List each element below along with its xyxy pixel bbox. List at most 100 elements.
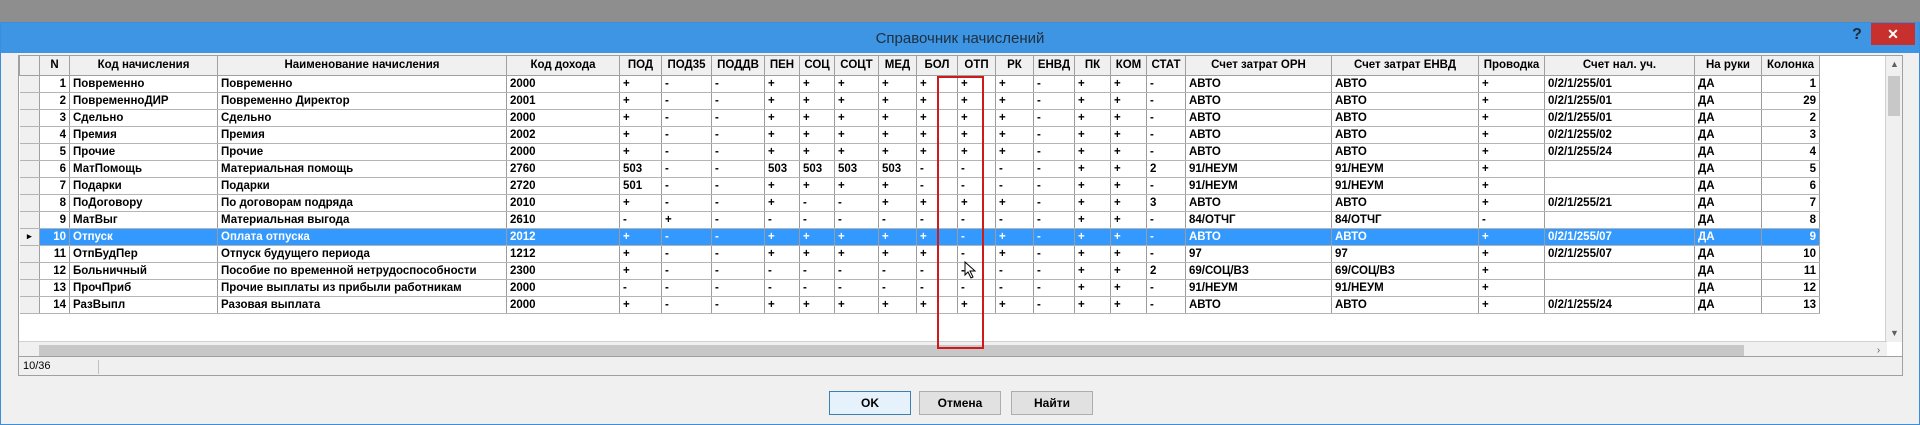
table-cell[interactable]: +	[619, 194, 662, 212]
table-cell[interactable]: МатВыг	[69, 211, 218, 229]
table-cell[interactable]: Премия	[69, 126, 218, 144]
table-cell[interactable]: -	[711, 296, 765, 314]
table-cell[interactable]: +	[764, 194, 800, 212]
row-indicator[interactable]	[19, 126, 40, 144]
column-header[interactable]: Колонка	[1761, 56, 1820, 76]
table-cell[interactable]: -	[1033, 194, 1075, 212]
table-cell[interactable]: +	[916, 75, 958, 93]
table-cell[interactable]: -	[711, 245, 765, 263]
row-indicator[interactable]	[19, 194, 40, 212]
column-header[interactable]: Код начисления	[69, 56, 218, 76]
scroll-up-icon[interactable]: ▲	[1886, 56, 1902, 73]
column-header[interactable]: ПОДДВ	[711, 56, 765, 76]
table-cell[interactable]: 5	[39, 143, 70, 161]
table-cell[interactable]: +	[1110, 245, 1147, 263]
table-cell[interactable]: +	[957, 92, 996, 110]
table-cell[interactable]: +	[834, 177, 879, 195]
row-indicator[interactable]	[19, 109, 40, 127]
row-indicator[interactable]	[19, 75, 40, 93]
table-cell[interactable]: 1	[1761, 75, 1820, 93]
table-cell[interactable]: +	[764, 143, 800, 161]
table-cell[interactable]: 2000	[506, 279, 620, 297]
table-cell[interactable]: +	[619, 228, 662, 246]
table-cell[interactable]: +	[764, 92, 800, 110]
table-cell[interactable]: +	[1110, 262, 1147, 280]
table-cell[interactable]: 2000	[506, 296, 620, 314]
table-cell[interactable]: -	[764, 262, 800, 280]
table-cell[interactable]: 13	[39, 279, 70, 297]
table-cell[interactable]: Материальная помощь	[217, 160, 507, 178]
row-indicator[interactable]	[19, 262, 40, 280]
table-cell[interactable]: +	[1074, 245, 1111, 263]
table-cell[interactable]: -	[1033, 160, 1075, 178]
table-cell[interactable]: АВТО	[1185, 296, 1332, 314]
table-cell[interactable]: АВТО	[1185, 75, 1332, 93]
table-row[interactable]: 3 Сдельно Сдельно 2000 + - - + + + + + + + - + + - АВТО АВТ…	[19, 109, 1820, 127]
table-cell[interactable]: 69/СОЦ/ВЗ	[1185, 262, 1332, 280]
table-cell[interactable]: -	[916, 279, 958, 297]
table-cell[interactable]: -	[661, 177, 712, 195]
current-row-arrow-icon[interactable]: ▸	[19, 228, 40, 246]
table-cell[interactable]: 6	[1761, 177, 1820, 195]
table-cell[interactable]: +	[1074, 279, 1111, 297]
table-cell[interactable]: АВТО	[1331, 296, 1479, 314]
table-cell[interactable]: +	[995, 126, 1034, 144]
cancel-button[interactable]: Отмена	[919, 391, 1001, 415]
table-cell[interactable]: -	[1033, 177, 1075, 195]
table-cell[interactable]: +	[1478, 109, 1545, 127]
table-cell[interactable]: 12	[1761, 279, 1820, 297]
table-cell[interactable]: +	[799, 228, 835, 246]
table-cell[interactable]: АВТО	[1185, 143, 1332, 161]
table-cell[interactable]: 2	[1761, 109, 1820, 127]
table-cell[interactable]: +	[878, 194, 917, 212]
table-cell[interactable]: ДА	[1694, 126, 1762, 144]
table-cell[interactable]: +	[916, 126, 958, 144]
table-cell[interactable]: 0/2/1/255/01	[1544, 109, 1695, 127]
table-cell[interactable]: 0/2/1/255/01	[1544, 92, 1695, 110]
table-cell[interactable]: -	[957, 160, 996, 178]
table-cell[interactable]: +	[995, 228, 1034, 246]
table-cell[interactable]: +	[834, 75, 879, 93]
table-cell[interactable]: -	[1146, 143, 1186, 161]
column-header[interactable]: СОЦТ	[834, 56, 879, 76]
table-cell[interactable]: Подарки	[217, 177, 507, 195]
table-cell[interactable]: АВТО	[1331, 92, 1479, 110]
table-cell[interactable]: 501	[619, 177, 662, 195]
table-cell[interactable]: +	[1478, 177, 1545, 195]
table-cell[interactable]: -	[799, 279, 835, 297]
table-cell[interactable]: +	[764, 296, 800, 314]
table-cell[interactable]: +	[1110, 160, 1147, 178]
table-cell[interactable]: +	[1478, 245, 1545, 263]
table-cell[interactable]: 91/НЕУМ	[1185, 177, 1332, 195]
table-cell[interactable]: -	[711, 75, 765, 93]
table-cell[interactable]: -	[1033, 109, 1075, 127]
table-cell[interactable]: +	[834, 126, 879, 144]
table-cell[interactable]: +	[916, 245, 958, 263]
table-cell[interactable]: 2	[1146, 160, 1186, 178]
table-cell[interactable]: 11	[39, 245, 70, 263]
table-cell[interactable]: -	[878, 211, 917, 229]
table-cell[interactable]: -	[1146, 245, 1186, 263]
table-cell[interactable]: 10	[1761, 245, 1820, 263]
table-cell[interactable]: Прочие выплаты из прибыли работникам	[217, 279, 507, 297]
table-cell[interactable]: -	[834, 194, 879, 212]
table-cell[interactable]: +	[995, 245, 1034, 263]
table-row[interactable]: 8 ПоДоговору По договорам подряда 2010 + - - + -…	[19, 194, 1820, 212]
table-cell[interactable]: -	[1033, 279, 1075, 297]
table-cell[interactable]: АВТО	[1331, 75, 1479, 93]
column-header[interactable]: КОМ	[1110, 56, 1147, 76]
table-cell[interactable]: ПрочПриб	[69, 279, 218, 297]
table-cell[interactable]: +	[1074, 228, 1111, 246]
table-cell[interactable]: Отпуск	[69, 228, 218, 246]
column-header[interactable]: ПК	[1074, 56, 1111, 76]
table-cell[interactable]: +	[916, 143, 958, 161]
table-cell[interactable]: 0/2/1/255/02	[1544, 126, 1695, 144]
table-cell[interactable]: Подарки	[69, 177, 218, 195]
table-cell[interactable]: +	[1110, 211, 1147, 229]
table-cell[interactable]: -	[661, 279, 712, 297]
table-cell[interactable]: 11	[1761, 262, 1820, 280]
row-indicator[interactable]	[19, 177, 40, 195]
table-cell[interactable]: 29	[1761, 92, 1820, 110]
table-cell[interactable]: ДА	[1694, 296, 1762, 314]
table-cell[interactable]: По договорам подряда	[217, 194, 507, 212]
